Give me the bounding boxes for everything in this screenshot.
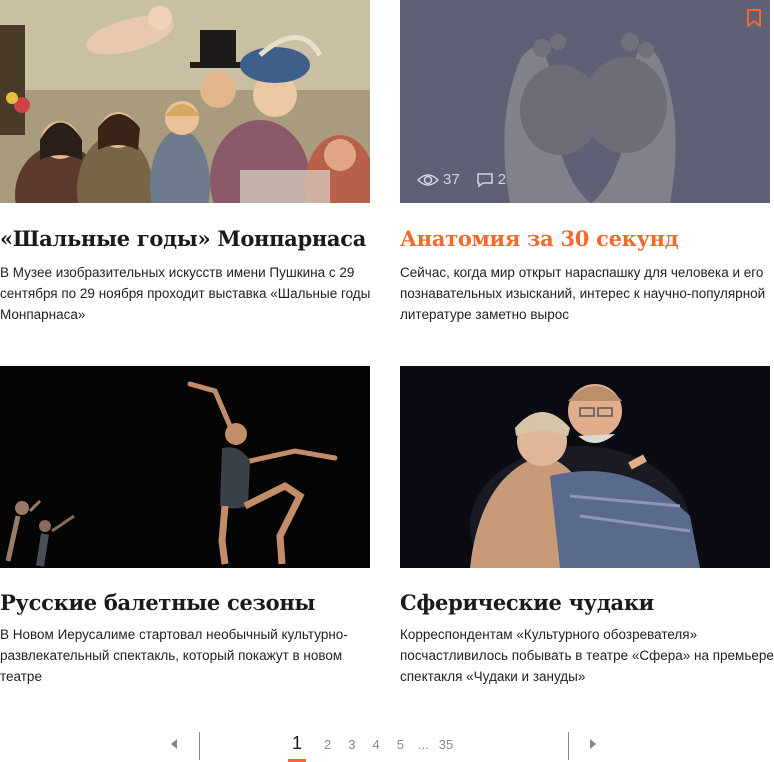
article-image[interactable] [0, 366, 370, 568]
page-ellipsis: ... [417, 737, 429, 752]
ballet-photo [0, 366, 370, 568]
pagination-divider [568, 732, 569, 760]
page-link[interactable]: 5 [397, 737, 404, 752]
article-card[interactable]: «Шальные годы» Монпарнаса В Музее изобра… [0, 0, 370, 322]
page-link[interactable]: 4 [372, 737, 379, 752]
article-summary: В Музее изобразительных искусств имени П… [0, 265, 371, 322]
article-card[interactable]: Русские балетные сезоны В Новом Иерусали… [0, 366, 370, 684]
page-link[interactable]: 3 [348, 737, 355, 752]
bookmark-icon[interactable] [746, 9, 762, 27]
comment-icon [476, 172, 493, 187]
next-page-button[interactable] [583, 734, 603, 754]
chevron-left-icon [171, 739, 177, 749]
article-summary: Сейчас, когда мир открыт нараспашку для … [400, 265, 766, 322]
page-numbers: 1 2 3 4 5 ... 35 [287, 733, 470, 762]
article-title[interactable]: Сферические чудаки [400, 590, 654, 615]
prev-page-button[interactable] [164, 734, 184, 754]
chevron-right-icon [590, 739, 596, 749]
painting-illustration [0, 0, 370, 203]
page-last[interactable]: 35 [439, 737, 453, 752]
page-link[interactable]: 2 [324, 737, 331, 752]
comments-count: 2 [497, 171, 507, 188]
article-title[interactable]: Русские балетные сезоны [0, 590, 315, 615]
pagination-divider [199, 732, 200, 760]
article-title[interactable]: «Шальные годы» Монпарнаса [0, 226, 366, 251]
comments-stat: 2 [476, 171, 506, 188]
views-count: 37 [443, 171, 460, 188]
article-card[interactable]: Сферические чудаки Корреспондентам «Куль… [400, 366, 774, 684]
article-card[interactable]: 37 2 Анатомия за 30 секунд Сейчас, когда… [400, 0, 770, 322]
article-summary: В Новом Иерусалиме стартовал необычный к… [0, 627, 348, 684]
article-title[interactable]: Анатомия за 30 секунд [400, 226, 679, 251]
article-image[interactable] [0, 0, 370, 203]
views-stat: 37 [417, 171, 460, 188]
theatre-photo [400, 366, 770, 568]
pagination: 1 2 3 4 5 ... 35 [0, 728, 774, 762]
page-current[interactable]: 1 [287, 733, 307, 762]
article-summary: Корреспондентам «Культурного обозревател… [400, 627, 774, 684]
article-image[interactable] [400, 366, 770, 568]
article-stats: 37 2 [417, 171, 516, 188]
eye-icon [417, 173, 439, 186]
article-image[interactable]: 37 2 [400, 0, 770, 203]
